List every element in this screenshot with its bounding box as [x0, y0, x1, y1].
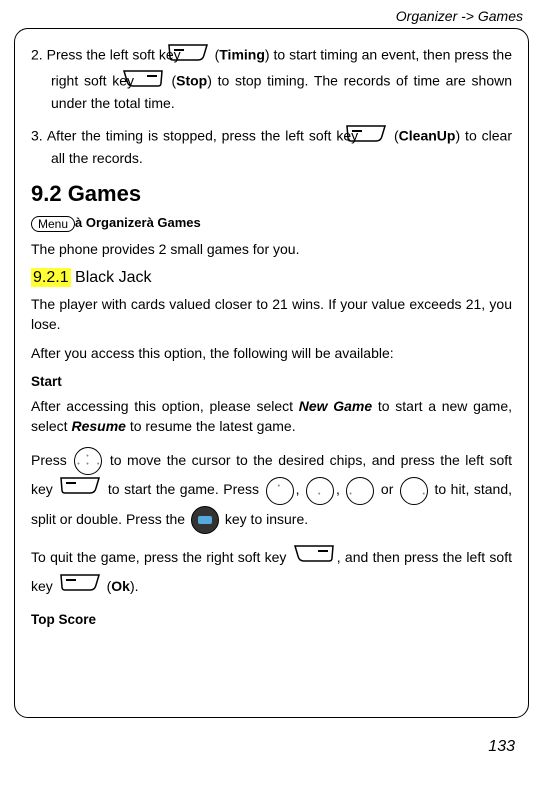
play-or: or — [376, 481, 398, 497]
step3-t1: After the timing is stopped, press the l… — [43, 127, 363, 143]
left-softkey-icon — [59, 573, 101, 602]
round-key-icon: • — [400, 477, 428, 505]
start-newgame: New Game — [299, 398, 372, 414]
quit-t1: To quit the game, press the right soft k… — [31, 549, 291, 565]
content-frame: 2. Press the left soft key (Timing) to s… — [14, 28, 529, 718]
left-softkey-icon — [59, 476, 101, 505]
bc-organizer: Organizer — [82, 215, 146, 230]
round-key-icon: • — [306, 477, 334, 505]
subsection-name: Black Jack — [71, 269, 152, 286]
menu-pill: Menu — [31, 216, 75, 232]
blackjack-after: After you access this option, the follow… — [31, 344, 512, 364]
round-key-icon: • — [346, 477, 374, 505]
intro-text: The phone provides 2 small games for you… — [31, 240, 512, 260]
start-t1: After accessing this option, please sele… — [31, 398, 299, 414]
step-2: 2. Press the left soft key (Timing) to s… — [31, 43, 512, 114]
step2-stop: Stop — [176, 72, 207, 88]
blackjack-desc: The player with cards valued closer to 2… — [31, 295, 512, 334]
bc-sep2: à — [147, 215, 154, 230]
left-softkey-icon — [187, 43, 209, 69]
step2-t1: Press the left soft key — [43, 47, 185, 63]
right-softkey-icon — [142, 69, 164, 95]
nav-key-icon: •••• — [74, 447, 102, 475]
right-softkey-icon — [293, 544, 335, 573]
topscore-label: Top Score — [31, 612, 512, 627]
bc-games: Games — [154, 215, 201, 230]
play-comma1: , — [296, 481, 304, 497]
subsection-number: 9.2.1 — [31, 268, 71, 287]
start-t3: to resume the latest game. — [126, 418, 296, 434]
step3-cleanup: CleanUp — [399, 127, 456, 143]
play-comma2: , — [336, 481, 344, 497]
start-resume: Resume — [71, 418, 125, 434]
step3-num: 3. — [31, 127, 43, 143]
quit-ok: Ok — [111, 578, 130, 594]
round-key-icon: • — [266, 477, 294, 505]
page-number: 133 — [14, 738, 515, 756]
subsection-title: 9.2.1 Black Jack — [31, 269, 512, 287]
step2-num: 2. — [31, 47, 43, 63]
play-t3: to start the game. Press — [108, 481, 264, 497]
play-t1: Press — [31, 452, 72, 468]
start-label: Start — [31, 374, 512, 389]
step-3: 3. After the timing is stopped, press th… — [31, 124, 512, 169]
play-t5: key to insure. — [225, 511, 308, 527]
quit-t3: . — [135, 578, 139, 594]
breadcrumb: Menuà Organizerà Games — [31, 215, 512, 232]
left-softkey-icon — [365, 124, 387, 150]
quit-para: To quit the game, press the right soft k… — [31, 544, 512, 601]
section-title: 9.2 Games — [31, 181, 512, 207]
ok-key-icon — [191, 506, 219, 534]
step2-timing: Timing — [219, 47, 265, 63]
page-header: Organizer -> Games — [14, 8, 523, 24]
play-para: Press •••• to move the cursor to the des… — [31, 446, 512, 534]
start-para: After accessing this option, please sele… — [31, 397, 512, 436]
